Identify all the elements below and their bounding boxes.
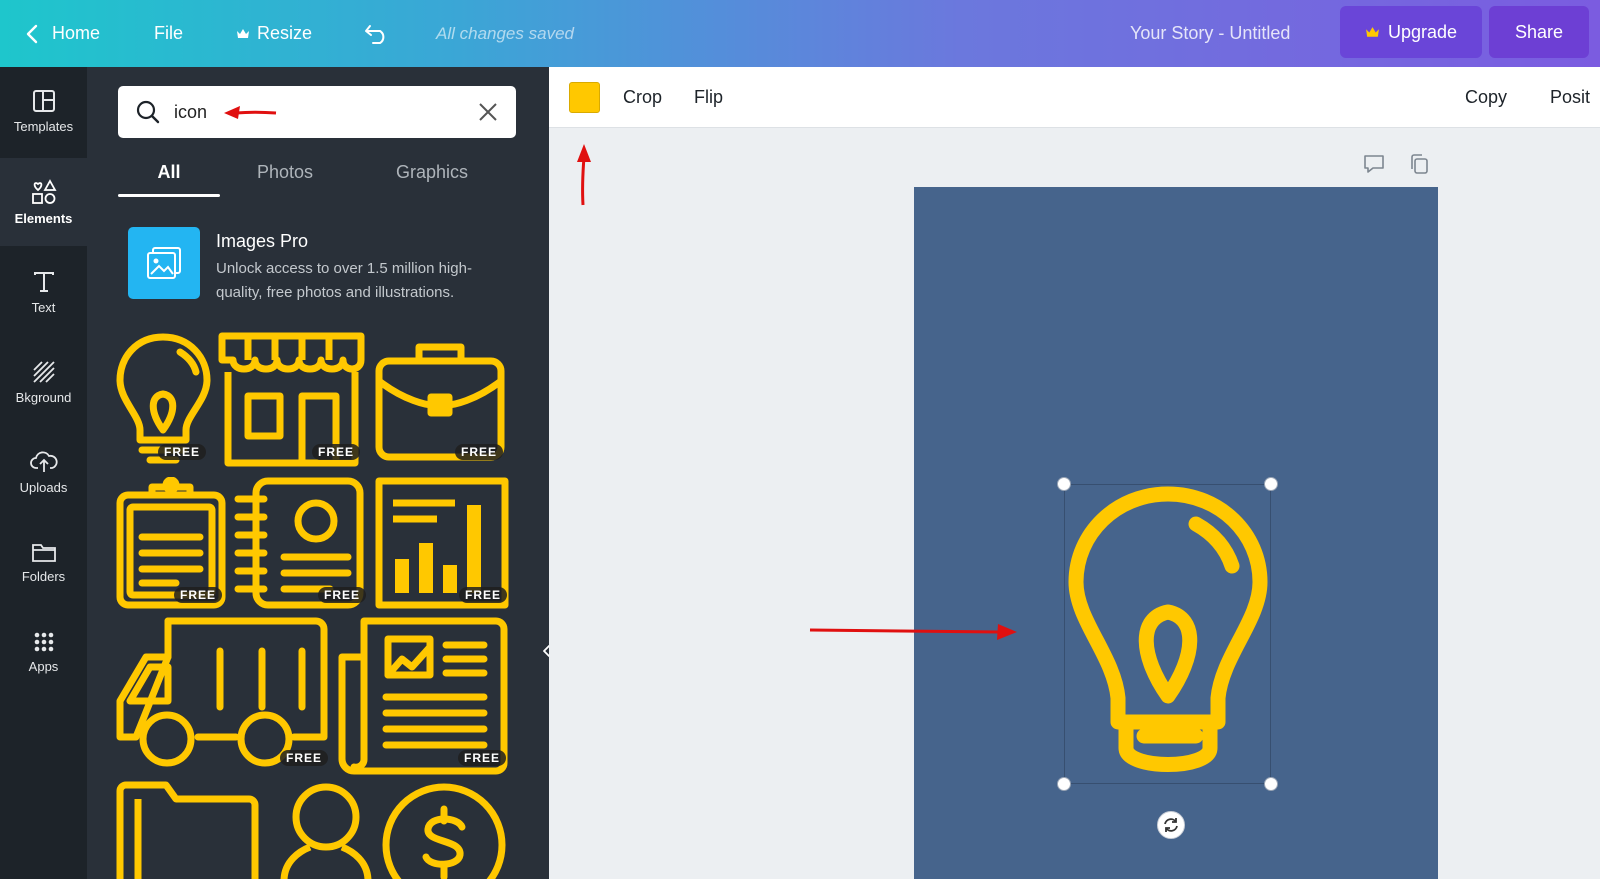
tab-graphics[interactable]: Graphics	[367, 147, 497, 197]
search-icon	[136, 100, 160, 124]
free-badge: FREE	[158, 444, 207, 460]
resize-handle-bottom-left[interactable]	[1057, 777, 1071, 791]
images-pro-description: Unlock access to over 1.5 million high-q…	[216, 260, 472, 301]
duplicate-page-icon[interactable]	[1409, 153, 1429, 175]
rotate-handle[interactable]	[1157, 811, 1185, 839]
apps-grid-icon	[34, 632, 53, 651]
free-badge: FREE	[318, 587, 367, 603]
user-icon	[280, 783, 372, 879]
element-tile-bar-chart[interactable]: FREE	[375, 477, 509, 609]
top-bar: Home File Resize All changes saved Your …	[0, 0, 1600, 67]
sidebar-item-label: Uploads	[19, 479, 68, 495]
images-pro-thumbnail[interactable]	[128, 227, 200, 299]
element-tile-notebook[interactable]: FREE	[234, 477, 367, 609]
tab-all[interactable]: All	[118, 147, 220, 197]
crown-icon	[1366, 26, 1379, 37]
elements-icon	[31, 178, 57, 204]
free-badge: FREE	[459, 587, 508, 603]
sidebar-item-label: Text	[31, 299, 56, 315]
comment-icon[interactable]	[1363, 154, 1385, 174]
undo-icon	[365, 24, 385, 44]
element-tile-briefcase[interactable]: FREE	[375, 339, 505, 467]
search-input[interactable]	[174, 86, 464, 138]
crown-icon	[237, 28, 249, 38]
upgrade-label: Upgrade	[1387, 21, 1458, 42]
left-sidebar: Templates Elements Text Bkground Uploads…	[0, 67, 87, 879]
free-badge: FREE	[174, 587, 223, 603]
rotate-icon	[1164, 818, 1178, 832]
crop-button[interactable]: Crop	[623, 67, 662, 128]
elements-panel: All Photos Graphics Images Pro Unlock ac…	[87, 67, 549, 879]
sidebar-item-background[interactable]: Bkground	[0, 338, 87, 426]
resize-handle-bottom-right[interactable]	[1264, 777, 1278, 791]
image-icon	[147, 247, 181, 279]
folder-icon	[116, 781, 259, 879]
tab-photos[interactable]: Photos	[235, 147, 335, 197]
sidebar-item-elements[interactable]: Elements	[0, 158, 87, 246]
text-icon	[33, 271, 54, 292]
element-tile-lightbulb[interactable]: FREE	[116, 332, 211, 467]
sidebar-item-label: Templates	[13, 118, 74, 134]
selection-box	[1064, 484, 1271, 784]
context-toolbar: Crop Flip Copy Posit	[549, 67, 1600, 128]
free-badge: FREE	[280, 750, 329, 766]
resize-button[interactable]: Resize	[236, 0, 312, 67]
element-tile-user[interactable]	[280, 781, 372, 879]
save-status: All changes saved	[436, 23, 574, 43]
element-tile-folder[interactable]	[116, 781, 259, 879]
sidebar-item-label: Apps	[28, 658, 59, 674]
element-tile-newspaper[interactable]: FREE	[338, 617, 508, 775]
resize-handle-top-right[interactable]	[1264, 477, 1278, 491]
resize-handle-top-left[interactable]	[1057, 477, 1071, 491]
search-box[interactable]	[118, 86, 516, 138]
upload-cloud-icon	[29, 451, 58, 472]
chevron-left-icon	[26, 24, 38, 43]
background-icon	[32, 360, 55, 383]
active-tab-indicator	[118, 194, 220, 197]
sidebar-item-apps[interactable]: Apps	[0, 608, 87, 696]
free-badge: FREE	[455, 444, 504, 460]
share-label: Share	[1514, 21, 1564, 42]
document-title[interactable]: Your Story - Untitled	[1130, 0, 1290, 67]
folder-icon	[31, 543, 56, 562]
flip-button[interactable]: Flip	[694, 67, 723, 128]
color-swatch[interactable]	[569, 82, 600, 113]
templates-icon	[32, 89, 55, 112]
element-tile-clipboard[interactable]: FREE	[116, 477, 226, 609]
element-tile-truck[interactable]: FREE	[116, 617, 330, 775]
element-tile-dollar[interactable]	[380, 781, 508, 879]
home-button[interactable]: Home	[26, 0, 100, 67]
sidebar-item-uploads[interactable]: Uploads	[0, 428, 87, 516]
sidebar-item-templates[interactable]: Templates	[0, 67, 87, 155]
share-button[interactable]: Share	[1489, 6, 1589, 58]
close-icon[interactable]	[478, 102, 498, 122]
resize-label: Resize	[257, 23, 313, 43]
sidebar-item-text[interactable]: Text	[0, 248, 87, 336]
copy-button[interactable]: Copy	[1465, 67, 1507, 128]
sidebar-item-label: Bkground	[15, 389, 72, 405]
sidebar-item-label: Folders	[21, 568, 66, 584]
element-tile-storefront[interactable]: FREE	[218, 332, 365, 467]
position-button[interactable]: Posit	[1550, 67, 1590, 128]
dollar-coin-icon	[382, 783, 506, 879]
upgrade-button[interactable]: Upgrade	[1340, 6, 1482, 58]
images-pro-title[interactable]: Images Pro	[216, 231, 308, 252]
file-menu-button[interactable]: File	[154, 0, 183, 67]
sidebar-item-folders[interactable]: Folders	[0, 518, 87, 606]
file-label: File	[154, 23, 184, 43]
sidebar-item-label: Elements	[14, 210, 73, 226]
home-label: Home	[52, 23, 101, 43]
free-badge: FREE	[458, 750, 507, 766]
free-badge: FREE	[312, 444, 361, 460]
undo-button[interactable]	[364, 0, 390, 67]
